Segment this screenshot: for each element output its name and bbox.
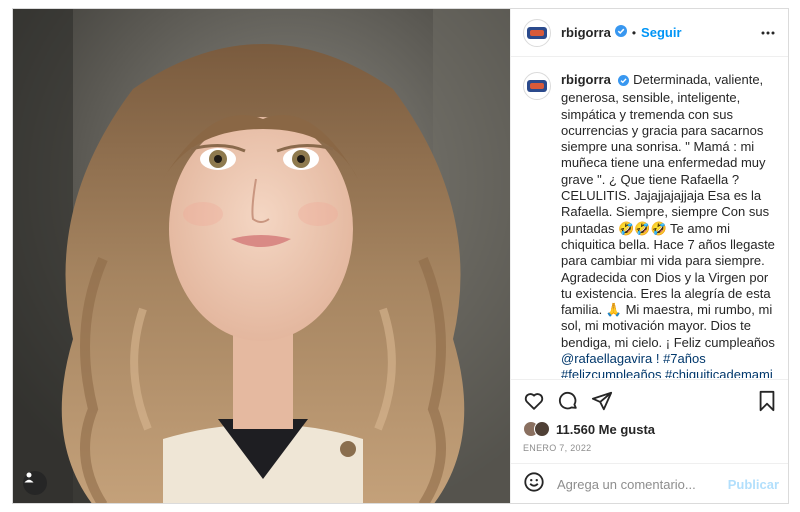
portrait-illustration — [13, 9, 510, 503]
separator-dot: • — [631, 25, 637, 40]
verified-badge-icon — [614, 24, 627, 42]
comment-icon[interactable] — [557, 390, 579, 417]
likes-count[interactable]: 11.560 Me gusta — [556, 422, 655, 437]
action-bar — [511, 379, 788, 423]
publish-button[interactable]: Publicar — [728, 477, 779, 492]
comment-input[interactable] — [557, 477, 717, 492]
caption-text: Determinada, valiente, generosa, sensibl… — [561, 72, 775, 350]
caption-tags[interactable]: @rafaellagavira ! #7años #felizcumpleaño… — [561, 351, 773, 378]
liker-avatar — [534, 421, 550, 437]
caption-avatar[interactable] — [523, 72, 551, 100]
bookmark-icon[interactable] — [757, 390, 777, 417]
caption: rbigorra Determinada, valiente, generosa… — [561, 72, 776, 378]
post-photo[interactable] — [13, 9, 510, 503]
caption-area: rbigorra Determinada, valiente, generosa… — [511, 58, 788, 378]
verified-badge-icon — [618, 74, 630, 90]
comment-box: Publicar — [511, 463, 788, 503]
more-options-icon[interactable] — [760, 25, 776, 46]
instagram-post-embed: rbigorra • Seguir rbigorra Determinada, … — [12, 8, 789, 504]
post-sidebar: rbigorra • Seguir rbigorra Determinada, … — [510, 9, 788, 503]
post-header: rbigorra • Seguir — [511, 9, 788, 57]
caption-username[interactable]: rbigorra — [561, 72, 611, 87]
follow-button[interactable]: Seguir — [641, 25, 681, 40]
post-date[interactable]: ENERO 7, 2022 — [523, 443, 591, 453]
user-tag-icon[interactable] — [23, 471, 47, 495]
likes-row: 11.560 Me gusta — [523, 421, 655, 437]
heart-icon[interactable] — [523, 390, 545, 417]
username[interactable]: rbigorra — [561, 25, 611, 40]
share-icon[interactable] — [591, 390, 613, 417]
avatar[interactable] — [523, 18, 551, 47]
emoji-icon[interactable] — [523, 471, 545, 498]
